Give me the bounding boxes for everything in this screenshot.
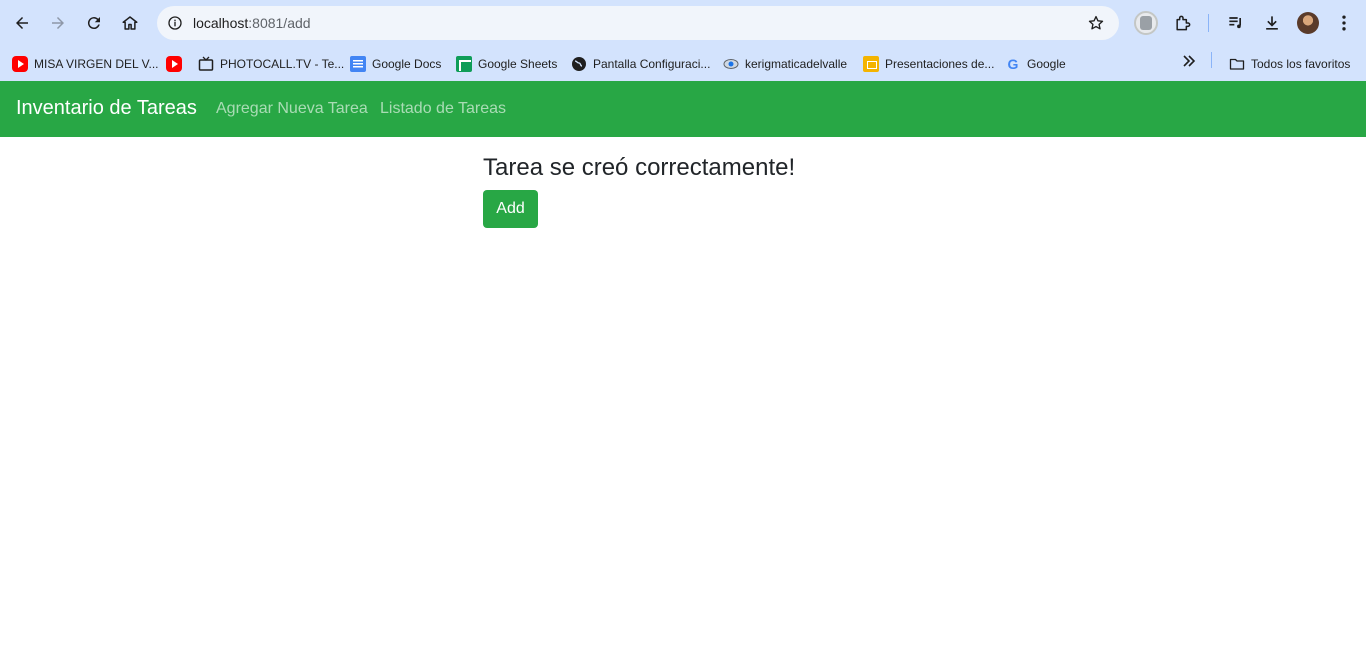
toolbar-separator: [1208, 14, 1209, 32]
browser-chrome: localhost:8081/add MISA VIRGEN DEL V...: [0, 0, 1366, 81]
browser-menu-icon[interactable]: [1331, 10, 1357, 36]
extensions-puzzle-icon[interactable]: [1170, 10, 1196, 36]
bookmark-label: Presentaciones de...: [885, 57, 995, 71]
globe-icon: [571, 56, 587, 72]
bookmark-item[interactable]: Presentaciones de...: [863, 51, 994, 77]
eye-icon: [723, 56, 739, 72]
bookmark-item[interactable]: G Google: [1005, 51, 1066, 77]
google-icon: G: [1007, 56, 1019, 72]
forward-button[interactable]: [44, 9, 72, 37]
home-button[interactable]: [116, 9, 144, 37]
success-message: Tarea se creó correctamente!: [483, 154, 796, 181]
add-button[interactable]: Add: [483, 190, 538, 228]
google-sheets-icon: [456, 56, 472, 72]
site-info-icon[interactable]: [164, 12, 186, 34]
browser-toolbar: localhost:8081/add: [0, 0, 1366, 46]
nav-link-add-task[interactable]: Agregar Nueva Tarea: [216, 100, 368, 118]
bookmark-label: MISA VIRGEN DEL V...: [34, 57, 159, 71]
bookmark-label: Google: [1027, 57, 1066, 71]
back-button[interactable]: [8, 9, 36, 37]
bookmark-item[interactable]: MISA VIRGEN DEL V...: [12, 51, 159, 77]
folder-icon: [1229, 56, 1245, 72]
google-slides-icon: [863, 56, 879, 72]
navbar-brand[interactable]: Inventario de Tareas: [16, 97, 197, 120]
bookmark-label: kerigmaticadelvalle: [745, 57, 848, 71]
media-controls-icon[interactable]: [1223, 10, 1249, 36]
bookmark-item[interactable]: Pantalla Configuraci...: [571, 51, 710, 77]
bookmark-label: Google Sheets: [478, 57, 558, 71]
youtube-icon: [166, 56, 182, 72]
reload-button[interactable]: [80, 9, 108, 37]
more-bookmarks-chevron-icon[interactable]: [1179, 51, 1199, 71]
reload-icon: [87, 17, 100, 30]
all-bookmarks-label: Todos los favoritos: [1251, 57, 1351, 71]
nav-link-task-list[interactable]: Listado de Tareas: [380, 100, 506, 118]
bookmark-item[interactable]: kerigmaticadelvalle: [723, 51, 847, 77]
all-bookmarks-folder[interactable]: Todos los favoritos: [1229, 51, 1350, 77]
bookmark-item[interactable]: Google Docs: [350, 51, 441, 77]
tv-icon: [198, 56, 214, 72]
forward-arrow-icon: [52, 17, 64, 29]
bookmark-label: Pantalla Configuraci...: [593, 57, 711, 71]
google-docs-icon: [350, 56, 366, 72]
download-icon[interactable]: [1259, 10, 1285, 36]
app-navbar: Inventario de Tareas Agregar Nueva Tarea…: [0, 81, 1366, 137]
url-path: :8081/add: [248, 15, 311, 31]
url-text: localhost:8081/add: [193, 15, 311, 31]
home-icon: [122, 16, 138, 30]
bookmarks-bar: MISA VIRGEN DEL V... PHOTOCALL.TV - Te..…: [0, 46, 1366, 81]
bookmark-label: Google Docs: [372, 57, 442, 71]
profile-extension-icon[interactable]: [1134, 11, 1158, 35]
address-bar[interactable]: localhost:8081/add: [157, 6, 1119, 40]
profile-avatar[interactable]: [1297, 12, 1319, 34]
back-arrow-icon: [16, 17, 28, 29]
bookmark-item[interactable]: PHOTOCALL.TV - Te...: [198, 51, 344, 77]
bookmark-star-icon[interactable]: [1087, 14, 1105, 32]
bookmark-item[interactable]: [166, 51, 182, 77]
bookmark-item[interactable]: Google Sheets: [456, 51, 557, 77]
url-host: localhost: [193, 15, 249, 31]
bookmark-label: PHOTOCALL.TV - Te...: [220, 57, 345, 71]
bookmarks-separator: [1211, 52, 1212, 68]
youtube-icon: [12, 56, 28, 72]
